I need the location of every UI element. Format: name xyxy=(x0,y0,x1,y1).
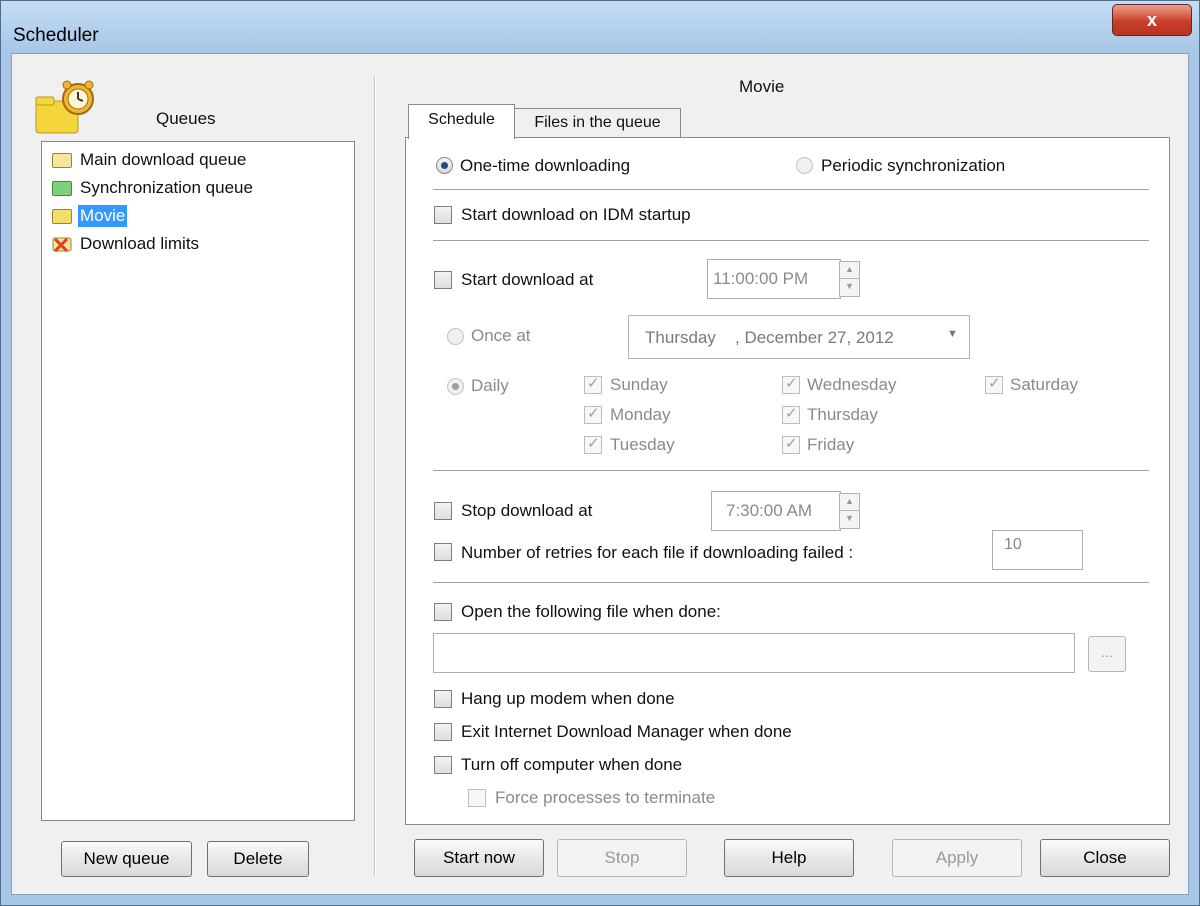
divider xyxy=(433,240,1149,242)
start-on-idm-startup-label: Start download on IDM startup xyxy=(461,205,691,224)
delete-queue-button[interactable]: Delete xyxy=(207,841,309,877)
periodic-synchronization-radio[interactable] xyxy=(796,157,813,174)
alarm-clock-folder-icon xyxy=(35,80,94,134)
start-on-idm-startup-checkbox[interactable] xyxy=(434,206,452,224)
friday-checkbox[interactable] xyxy=(782,434,800,454)
one-time-downloading-label: One-time downloading xyxy=(460,156,631,175)
scheduler-window: Scheduler x Queues Main download queue S… xyxy=(0,0,1200,906)
divider xyxy=(433,470,1149,472)
divider xyxy=(433,189,1149,191)
queue-item-synchronization[interactable]: Synchronization queue xyxy=(52,177,255,199)
thursday-checkbox[interactable] xyxy=(782,404,800,424)
queue-item-main-download[interactable]: Main download queue xyxy=(52,149,248,171)
exit-idm-checkbox[interactable] xyxy=(434,723,452,741)
tuesday-checkbox[interactable] xyxy=(584,434,602,454)
apply-button[interactable]: Apply xyxy=(892,839,1022,877)
start-time-spinner[interactable]: ▲ ▼ xyxy=(839,261,860,297)
queues-list[interactable]: Main download queue Synchronization queu… xyxy=(41,141,355,821)
start-download-at-checkbox[interactable] xyxy=(434,271,452,289)
exit-idm-label: Exit Internet Download Manager when done xyxy=(461,722,792,741)
monday-label: Monday xyxy=(610,405,671,424)
retries-checkbox[interactable] xyxy=(434,543,452,561)
spin-down-icon[interactable]: ▼ xyxy=(840,279,859,296)
daily-label: Daily xyxy=(471,376,509,395)
monday-checkbox[interactable] xyxy=(584,404,602,424)
queues-label: Queues xyxy=(156,109,216,128)
title-bar[interactable]: Scheduler x xyxy=(1,1,1199,53)
queue-item-label: Synchronization queue xyxy=(80,178,253,197)
queue-item-label: Download limits xyxy=(80,234,200,253)
open-file-path-input[interactable] xyxy=(433,633,1075,673)
spin-up-icon[interactable]: ▲ xyxy=(840,262,859,279)
friday-label: Friday xyxy=(807,435,855,454)
close-window-button[interactable]: x xyxy=(1112,4,1192,36)
daily-radio[interactable] xyxy=(447,378,464,395)
folder-icon xyxy=(52,208,72,224)
stop-button[interactable]: Stop xyxy=(557,839,687,877)
saturday-label: Saturday xyxy=(1010,375,1079,394)
tab-files-in-queue[interactable]: Files in the queue xyxy=(514,108,681,138)
stop-download-at-label: Stop download at xyxy=(461,501,593,520)
start-time-field[interactable]: 11:00:00 PM xyxy=(707,259,841,299)
once-at-label: Once at xyxy=(471,326,531,345)
sync-folder-icon xyxy=(52,180,72,196)
stop-time-spinner[interactable]: ▲ ▼ xyxy=(839,493,860,529)
periodic-synchronization-label: Periodic synchronization xyxy=(821,156,1006,175)
retries-field[interactable]: 10 xyxy=(992,530,1083,570)
start-now-button[interactable]: Start now xyxy=(414,839,544,877)
open-file-when-done-checkbox[interactable] xyxy=(434,603,452,621)
stop-time-field[interactable]: 7:30:00 AM xyxy=(711,491,841,531)
date-rest: , December 27, 2012 xyxy=(735,328,894,347)
turn-off-computer-label: Turn off computer when done xyxy=(461,755,683,774)
force-processes-label: Force processes to terminate xyxy=(495,788,716,807)
turn-off-computer-checkbox[interactable] xyxy=(434,756,452,774)
selected-queue-title: Movie xyxy=(739,77,785,96)
sunday-checkbox[interactable] xyxy=(584,374,602,394)
queue-item-download-limits[interactable]: Download limits xyxy=(52,233,201,255)
chevron-down-icon[interactable]: ▼ xyxy=(947,328,958,340)
once-at-radio[interactable] xyxy=(447,328,464,345)
date-day: Thursday xyxy=(645,328,716,347)
retries-label: Number of retries for each file if downl… xyxy=(461,543,854,562)
queue-item-label: Main download queue xyxy=(80,150,247,169)
column-separator xyxy=(374,76,376,876)
tab-schedule[interactable]: Schedule xyxy=(408,104,515,139)
open-file-when-done-label: Open the following file when done: xyxy=(461,602,721,621)
close-button[interactable]: Close xyxy=(1040,839,1170,877)
stop-download-at-checkbox[interactable] xyxy=(434,502,452,520)
force-processes-checkbox[interactable] xyxy=(468,789,486,807)
help-button[interactable]: Help xyxy=(724,839,854,877)
once-date-picker[interactable]: Thursday , December 27, 2012 ▼ xyxy=(628,315,970,359)
window-title: Scheduler xyxy=(13,25,99,46)
queue-item-movie[interactable]: Movie xyxy=(52,205,128,227)
sunday-label: Sunday xyxy=(610,375,668,394)
queue-item-label: Movie xyxy=(78,205,128,227)
wednesday-checkbox[interactable] xyxy=(782,374,800,394)
spin-up-icon[interactable]: ▲ xyxy=(840,494,859,511)
wednesday-label: Wednesday xyxy=(807,375,897,394)
divider xyxy=(433,582,1149,584)
tuesday-label: Tuesday xyxy=(610,435,675,454)
hang-up-modem-checkbox[interactable] xyxy=(434,690,452,708)
spin-down-icon[interactable]: ▼ xyxy=(840,511,859,528)
folder-icon xyxy=(52,152,72,168)
saturday-checkbox[interactable] xyxy=(985,374,1003,394)
browse-file-button[interactable]: ... xyxy=(1088,636,1126,672)
limits-icon xyxy=(52,237,72,252)
thursday-label: Thursday xyxy=(807,405,878,424)
hang-up-modem-label: Hang up modem when done xyxy=(461,689,675,708)
one-time-downloading-radio[interactable] xyxy=(436,157,453,174)
new-queue-button[interactable]: New queue xyxy=(61,841,192,877)
start-download-at-label: Start download at xyxy=(461,270,594,289)
